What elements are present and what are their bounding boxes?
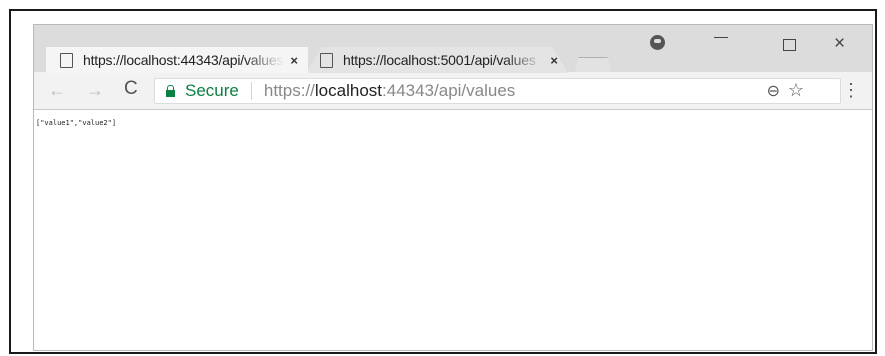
tab-localhost-44343[interactable]: https://localhost:44343/api/values × [46, 47, 308, 73]
close-window-button[interactable]: × [834, 33, 845, 55]
page-content: ["value1","value2"] [34, 110, 872, 350]
tab-title: https://localhost:44343/api/values [83, 52, 284, 68]
tab-localhost-5001[interactable]: https://localhost:5001/api/values × [306, 47, 568, 73]
url-text[interactable]: https://localhost:44343/api/values [264, 81, 515, 101]
forward-arrow-icon[interactable]: → [86, 80, 104, 101]
minimize-button[interactable] [714, 37, 728, 38]
json-response-text: ["value1","value2"] [36, 119, 117, 127]
tab-close-icon[interactable]: × [290, 53, 298, 68]
address-separator [250, 82, 252, 100]
profile-icon[interactable] [650, 35, 665, 50]
menu-icon[interactable]: ⋮ [842, 80, 860, 101]
url-host: localhost [314, 81, 383, 100]
page-icon [60, 52, 73, 68]
tab-close-icon[interactable]: × [550, 53, 558, 68]
back-arrow-icon[interactable]: ← [48, 80, 66, 101]
url-scheme: https:// [263, 81, 315, 100]
zoom-icon[interactable]: ⊖ [767, 81, 780, 101]
browser-toolbar: ← → C Secure https://localhost:44343/api… [34, 72, 872, 110]
maximize-button[interactable] [783, 39, 796, 51]
reload-icon[interactable]: C [124, 78, 138, 100]
lock-icon [166, 84, 175, 97]
title-bar: https://localhost:44343/api/values × htt… [34, 25, 872, 75]
page-icon [320, 52, 333, 68]
bookmark-star-icon[interactable]: ☆ [788, 80, 804, 101]
tab-title: https://localhost:5001/api/values [343, 52, 536, 68]
url-path: :44343/api/values [382, 81, 516, 100]
address-bar[interactable]: Secure https://localhost:44343/api/value… [154, 78, 841, 104]
browser-window: https://localhost:44343/api/values × htt… [33, 24, 873, 351]
secure-label[interactable]: Secure [185, 81, 239, 101]
